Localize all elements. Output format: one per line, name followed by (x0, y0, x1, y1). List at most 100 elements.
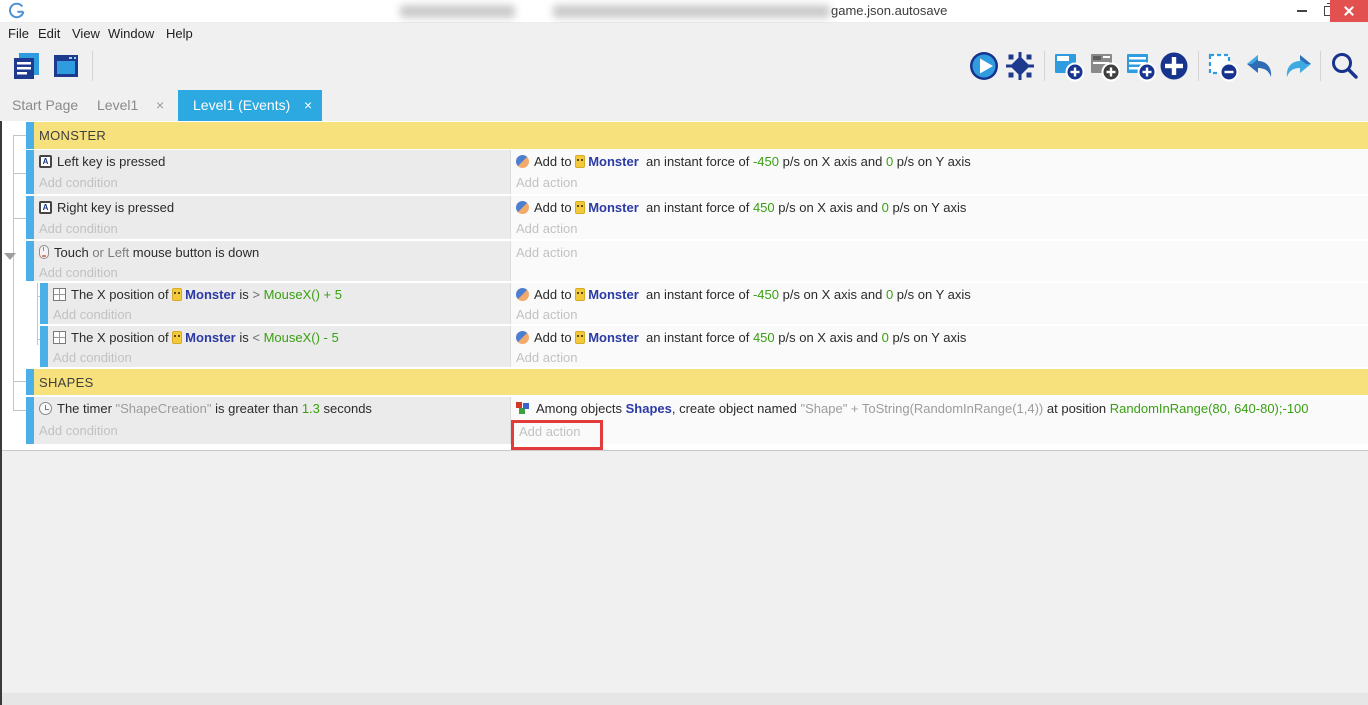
action-text[interactable]: Add to Monster an instant force of -450 … (516, 152, 971, 172)
text-segment: Monster (588, 287, 639, 302)
text-segment: Left key is pressed (57, 154, 165, 169)
redo-icon[interactable] (1282, 50, 1314, 82)
event2-conditions: Right key is pressed Add condition (34, 196, 510, 239)
text-segment: Monster (588, 200, 639, 215)
text-segment: "ShapeCreation" (116, 401, 212, 416)
condition-text[interactable]: Touch or Left mouse button is down (39, 243, 259, 263)
menu-view[interactable]: View (72, 26, 100, 41)
subevent1-conditions: The X position of Monster is > MouseX() … (48, 283, 510, 324)
text-segment: Shapes (626, 401, 672, 416)
tree-stub (13, 218, 26, 219)
text-segment: Among objects (536, 401, 626, 416)
object-icon (575, 155, 585, 168)
text-segment: or (89, 245, 108, 260)
tab-level1-events-close-icon[interactable]: × (304, 97, 312, 113)
tab-level1[interactable]: Level1 (97, 97, 138, 113)
group-header-monster[interactable]: MONSTER (34, 122, 1368, 149)
condition-text[interactable]: Right key is pressed (39, 198, 174, 218)
event-drag-bar[interactable] (26, 397, 34, 444)
text-segment: Left (108, 245, 130, 260)
add-new-icon[interactable] (1158, 50, 1190, 82)
tree-stub (13, 381, 26, 382)
add-event-icon[interactable] (1052, 50, 1084, 82)
tab-level1-events[interactable]: Level1 (Events) × (178, 90, 322, 121)
object-icon (575, 201, 585, 214)
text-segment: Monster (588, 154, 639, 169)
project-manager-icon[interactable] (10, 50, 42, 82)
add-condition-link[interactable]: Add condition (39, 173, 118, 193)
collapse-arrow-icon[interactable] (4, 253, 16, 260)
remove-event-icon[interactable] (1206, 50, 1238, 82)
condition-text[interactable]: Left key is pressed (39, 152, 165, 172)
add-action-link[interactable]: Add action (516, 348, 577, 368)
add-condition-link[interactable]: Add condition (53, 348, 132, 368)
text-segment: p/s on Y axis (889, 330, 967, 345)
condition-text[interactable]: The X position of Monster is < MouseX() … (53, 328, 339, 348)
add-action-link[interactable]: Add action (516, 305, 577, 325)
object-icon (172, 288, 182, 301)
event1-actions: Add to Monster an instant force of -450 … (511, 150, 1368, 194)
toolbar (0, 44, 1368, 90)
add-subevent-icon[interactable] (1124, 50, 1156, 82)
undo-icon[interactable] (1244, 50, 1276, 82)
gdevelop-logo-icon (8, 2, 26, 20)
condition-text[interactable]: The timer "ShapeCreation" is greater tha… (39, 399, 372, 419)
add-action-link[interactable]: Add action (516, 243, 577, 263)
condition-text[interactable]: The X position of Monster is > MouseX() … (53, 285, 342, 305)
group-label: SHAPES (39, 375, 94, 390)
text-segment: , create object named (672, 401, 801, 416)
add-comment-icon[interactable] (1088, 50, 1120, 82)
event1-conditions: Left key is pressed Add condition (34, 150, 510, 194)
tab-level1-close-icon[interactable]: × (156, 97, 164, 113)
tab-level1-events-label: Level1 (Events) (193, 97, 290, 113)
text-segment: 0 (882, 330, 889, 345)
toolbar-separator (1044, 51, 1045, 81)
menu-help[interactable]: Help (166, 26, 193, 41)
group-header-shapes[interactable]: SHAPES (34, 369, 1368, 395)
event-drag-bar[interactable] (26, 241, 34, 281)
add-action-link[interactable]: Add action (516, 173, 577, 193)
preview-play-icon[interactable] (968, 50, 1000, 82)
event2-actions: Add to Monster an instant force of 450 p… (511, 196, 1368, 239)
search-icon[interactable] (1328, 50, 1360, 82)
text-segment: an instant force of (639, 330, 753, 345)
tab-start-page[interactable]: Start Page (12, 97, 78, 113)
object-icon (575, 288, 585, 301)
menu-window[interactable]: Window (108, 26, 154, 41)
events-empty-area[interactable] (2, 451, 1368, 705)
action-text[interactable]: Add to Monster an instant force of -450 … (516, 285, 971, 305)
scene-editor-icon[interactable] (50, 50, 82, 82)
subevent-drag-bar[interactable] (40, 326, 48, 367)
add-condition-link[interactable]: Add condition (39, 263, 118, 283)
add-condition-link[interactable]: Add condition (39, 219, 118, 239)
text-segment: -450 (753, 287, 779, 302)
text-segment: Add to (534, 154, 575, 169)
text-segment: Right key is pressed (57, 200, 174, 215)
add-condition-link[interactable]: Add condition (39, 421, 118, 441)
event-drag-bar[interactable] (26, 369, 34, 395)
shapes-icon (516, 402, 531, 415)
window-title: game.json.autosave (831, 3, 947, 18)
mouse-icon (39, 245, 49, 259)
text-segment: -450 (753, 154, 779, 169)
menu-edit[interactable]: Edit (38, 26, 60, 41)
text-segment: > (252, 287, 263, 302)
subevent-drag-bar[interactable] (40, 283, 48, 324)
action-text[interactable]: Add to Monster an instant force of 450 p… (516, 328, 966, 348)
debug-icon[interactable] (1004, 50, 1036, 82)
action-text[interactable]: Among objects Shapes, create object name… (516, 399, 1309, 419)
event-drag-bar[interactable] (26, 122, 34, 149)
menu-file[interactable]: File (8, 26, 29, 41)
text-segment: MouseX() + 5 (264, 287, 342, 302)
minimize-button[interactable] (1288, 0, 1316, 22)
add-condition-link[interactable]: Add condition (53, 305, 132, 325)
text-segment: p/s on X axis and (775, 330, 882, 345)
text-segment: p/s on X axis and (775, 200, 882, 215)
add-action-link[interactable]: Add action (516, 219, 577, 239)
action-text[interactable]: Add to Monster an instant force of 450 p… (516, 198, 966, 218)
text-segment: 1.3 (302, 401, 320, 416)
event-drag-bar[interactable] (26, 150, 34, 194)
close-button[interactable] (1330, 0, 1368, 22)
position-icon (53, 331, 66, 344)
event-drag-bar[interactable] (26, 196, 34, 239)
